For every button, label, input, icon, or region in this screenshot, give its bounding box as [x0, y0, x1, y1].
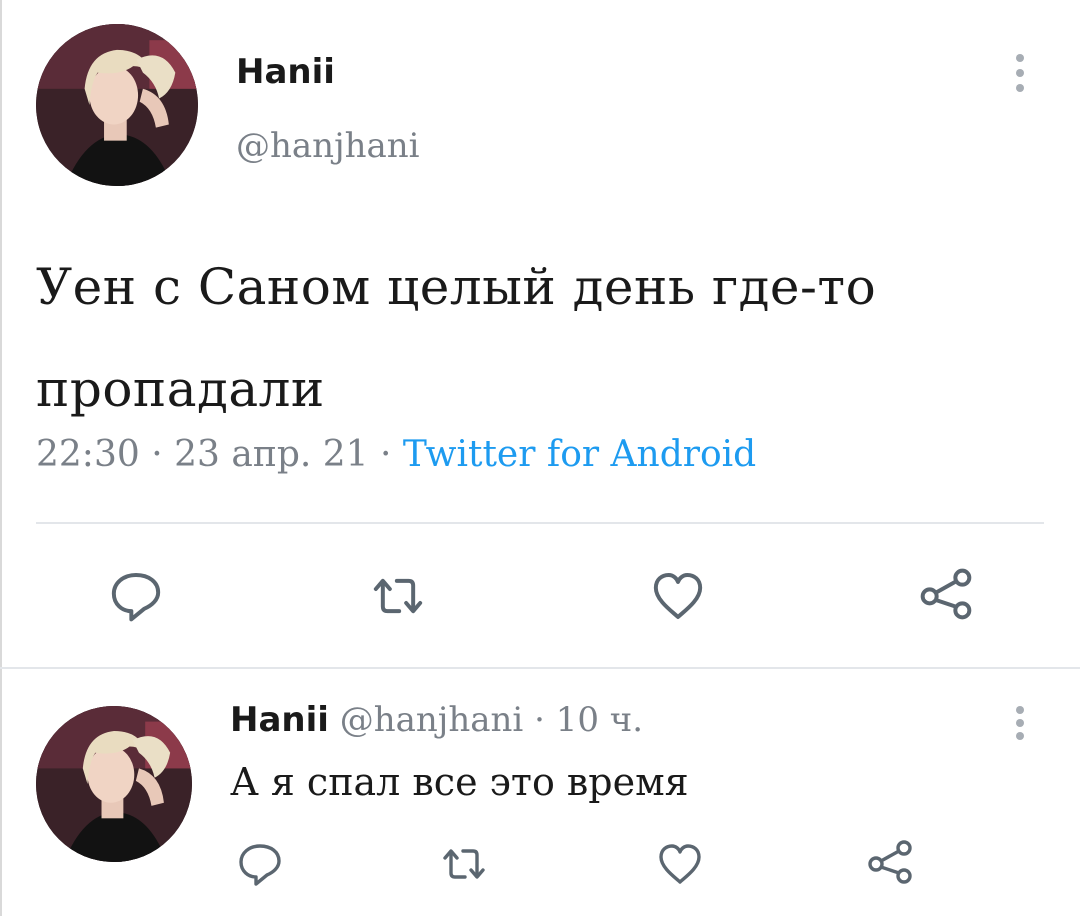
- share-button[interactable]: [866, 838, 914, 886]
- share-button[interactable]: [918, 566, 974, 622]
- reply-header: Hanii @hanjhani · 10 ч.: [230, 700, 643, 740]
- author-handle[interactable]: @hanjhani: [340, 700, 524, 740]
- more-options-button[interactable]: [1008, 706, 1032, 740]
- author-handle[interactable]: @hanjhani: [236, 126, 420, 166]
- dot-icon: [1016, 69, 1024, 77]
- tweet-meta: 22:30 · 23 апр. 21 · Twitter for Android: [36, 434, 756, 475]
- like-button[interactable]: [650, 568, 706, 624]
- main-tweet[interactable]: Hanii @hanjhani Уен с Саном целый день г…: [0, 0, 1080, 668]
- author-name[interactable]: Hanii: [236, 52, 335, 92]
- avatar[interactable]: [36, 706, 192, 862]
- share-icon: [868, 840, 912, 884]
- meta-separator: ·: [380, 434, 392, 475]
- avatar[interactable]: [36, 24, 198, 186]
- profile-photo-icon: [36, 706, 192, 862]
- like-icon: [659, 844, 701, 884]
- reply-button[interactable]: [108, 568, 164, 624]
- retweet-icon: [373, 578, 423, 614]
- more-options-button[interactable]: [1008, 54, 1032, 92]
- tweet-time[interactable]: 10 ч.: [556, 700, 643, 740]
- tweet-separator: [0, 667, 1080, 669]
- reply-button[interactable]: [236, 840, 284, 888]
- reply-icon: [239, 844, 281, 886]
- tweet-text: Уен с Саном целый день где-то пропадали: [36, 258, 877, 418]
- meta-separator: ·: [151, 434, 163, 475]
- retweet-button[interactable]: [440, 840, 488, 888]
- retweet-button[interactable]: [370, 568, 426, 624]
- like-icon: [653, 573, 703, 619]
- dot-icon: [1016, 719, 1024, 727]
- author-name[interactable]: Hanii: [230, 700, 329, 740]
- tweet-source-link[interactable]: Twitter for Android: [403, 434, 756, 475]
- dot-icon: [1016, 84, 1024, 92]
- share-icon: [920, 568, 972, 620]
- tweet-text: А я спал все это время: [230, 760, 689, 804]
- dot-icon: [1016, 706, 1024, 714]
- tweet-date: 23 апр. 21: [174, 434, 369, 475]
- dot-icon: [1016, 732, 1024, 740]
- like-button[interactable]: [656, 840, 704, 888]
- reply-icon: [111, 573, 161, 622]
- dot-icon: [1016, 54, 1024, 62]
- profile-photo-icon: [36, 24, 198, 186]
- divider: [36, 522, 1044, 524]
- retweet-icon: [443, 849, 485, 879]
- meta-separator: ·: [534, 700, 545, 740]
- tweet-time: 22:30: [36, 434, 140, 475]
